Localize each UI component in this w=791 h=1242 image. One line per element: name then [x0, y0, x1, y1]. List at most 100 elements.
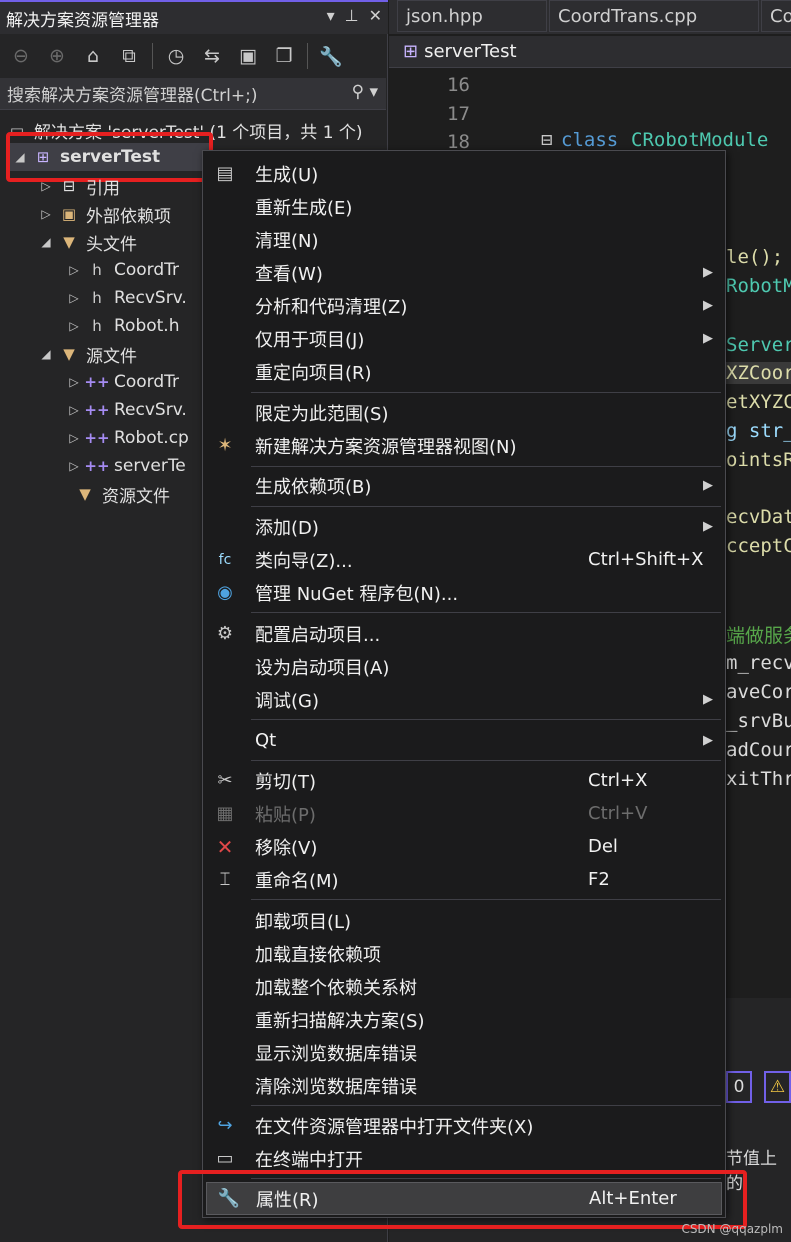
- menu-item-load-dep-tree[interactable]: 加载整个依赖关系树: [203, 970, 725, 1003]
- remove-icon: ✕: [216, 834, 234, 859]
- tree-item-h-robot[interactable]: ▷ h Robot.h: [64, 312, 180, 340]
- collapsed-arrow-icon[interactable]: ▷: [36, 207, 56, 221]
- submenu-arrow-icon: ▶: [703, 265, 713, 280]
- code-class-name: CRobotModule: [631, 129, 769, 151]
- tree-item-external-deps[interactable]: ▷ ▣ 外部依赖项: [36, 200, 171, 228]
- menu-item-analyze[interactable]: 分析和代码清理(Z) ▶: [203, 289, 725, 322]
- tab-json-hpp[interactable]: json.hpp: [397, 0, 547, 32]
- tree-item-label: 引用: [86, 178, 120, 199]
- header-file-icon: h: [92, 317, 102, 335]
- menu-item-label: 生成依赖项(B): [255, 476, 372, 498]
- collapse-all-icon[interactable]: ▣: [235, 45, 261, 67]
- header-file-icon: h: [92, 289, 102, 307]
- collapsed-arrow-icon[interactable]: ▷: [64, 291, 84, 305]
- external-deps-icon: ▣: [61, 205, 77, 223]
- tree-item-references[interactable]: ▷ ⊟ 引用: [36, 172, 120, 200]
- filter-folder-icon: ▼: [79, 485, 91, 503]
- tree-item-h-coordtrans[interactable]: ▷ h CoordTr: [64, 256, 179, 284]
- menu-item-cut[interactable]: ✂ 剪切(T) Ctrl+X: [203, 764, 725, 797]
- editor-tab-strip: json.hpp CoordTrans.cpp Co: [389, 0, 791, 34]
- tree-item-cpp-coordtrans[interactable]: ▷ ++ CoordTr: [64, 368, 179, 396]
- collapsed-arrow-icon[interactable]: ▷: [36, 179, 56, 193]
- menu-item-remove[interactable]: ✕ 移除(V) Del: [203, 830, 725, 863]
- search-input[interactable]: 搜索解决方案资源管理器(Ctrl+;): [7, 81, 257, 106]
- menu-separator: [251, 1105, 721, 1106]
- properties-wrench-icon[interactable]: 🔧: [318, 45, 344, 68]
- menu-item-class-wizard[interactable]: fc 类向导(Z)... Ctrl+Shift+X: [203, 543, 725, 576]
- menu-item-open-folder[interactable]: ↪ 在文件资源管理器中打开文件夹(X): [203, 1109, 725, 1142]
- menu-item-label: 分析和代码清理(Z): [255, 296, 408, 318]
- menu-item-set-startup[interactable]: 设为启动项目(A): [203, 650, 725, 683]
- collapsed-arrow-icon[interactable]: ▷: [64, 459, 84, 473]
- collapsed-arrow-icon[interactable]: ▷: [64, 375, 84, 389]
- expanded-arrow-icon[interactable]: ◢: [36, 347, 56, 361]
- menu-separator: [251, 506, 721, 507]
- filter-folder-icon: ▼: [63, 233, 75, 251]
- menu-item-clear-db-errors[interactable]: 清除浏览数据库错误: [203, 1069, 725, 1102]
- pending-changes-filter-icon[interactable]: ◷: [163, 45, 189, 67]
- menu-item-scope[interactable]: 限定为此范围(S): [203, 396, 725, 429]
- tab-label: json.hpp: [406, 5, 483, 27]
- tree-item-header-files[interactable]: ◢ ▼ 头文件: [36, 228, 137, 256]
- menu-item-build[interactable]: ▤ 生成(U): [203, 157, 725, 190]
- collapsed-arrow-icon[interactable]: ▷: [64, 319, 84, 333]
- line-number: 17: [447, 103, 470, 125]
- menu-item-nuget[interactable]: ◉ 管理 NuGet 程序包(N)...: [203, 576, 725, 609]
- tree-item-cpp-servertest[interactable]: ▷ ++ serverTe: [64, 452, 186, 480]
- menu-item-retarget[interactable]: 重定向项目(R): [203, 355, 725, 388]
- collapse-region-icon[interactable]: ⊟: [541, 129, 552, 151]
- toolbar-divider: [152, 43, 153, 69]
- submenu-arrow-icon: ▶: [703, 298, 713, 313]
- menu-item-clean[interactable]: 清理(N): [203, 223, 725, 256]
- menu-item-load-direct-deps[interactable]: 加载直接依赖项: [203, 937, 725, 970]
- tree-item-h-recvsrv[interactable]: ▷ h RecvSrv.: [64, 284, 186, 312]
- menu-item-project-only[interactable]: 仅用于项目(J) ▶: [203, 322, 725, 355]
- tree-item-source-files[interactable]: ◢ ▼ 源文件: [36, 340, 137, 368]
- menu-item-qt[interactable]: Qt ▶: [203, 724, 725, 757]
- close-icon[interactable]: ✕: [369, 6, 382, 25]
- collapsed-arrow-icon[interactable]: ▷: [64, 263, 84, 277]
- menu-item-configure-startup[interactable]: ⚙ 配置启动项目...: [203, 617, 725, 650]
- switch-views-icon[interactable]: ⧉: [116, 45, 142, 67]
- tree-item-cpp-recvsrv[interactable]: ▷ ++ RecvSrv.: [64, 396, 186, 424]
- menu-item-rescan[interactable]: 重新扫描解决方案(S): [203, 1003, 725, 1036]
- expanded-arrow-icon[interactable]: ◢: [36, 235, 56, 249]
- tree-item-resource-files[interactable]: ▼ 资源文件: [56, 480, 170, 508]
- solution-explorer-search[interactable]: 搜索解决方案资源管理器(Ctrl+;) ⚲ ▾: [0, 78, 386, 110]
- code-fragment: aveCor: [726, 681, 791, 703]
- menu-item-paste[interactable]: ▦ 粘贴(P) Ctrl+V: [203, 797, 725, 830]
- home-icon[interactable]: ⌂: [80, 45, 106, 67]
- menu-item-label: 重命名(M): [255, 870, 339, 892]
- tab-coordtrans-cpp[interactable]: CoordTrans.cpp: [549, 0, 759, 32]
- warning-icon[interactable]: ⚠: [764, 1071, 791, 1103]
- menu-item-label: 移除(V): [255, 837, 318, 859]
- error-count-box[interactable]: 0: [726, 1071, 752, 1103]
- tree-item-cpp-robot[interactable]: ▷ ++ Robot.cp: [64, 424, 188, 452]
- menu-item-new-view[interactable]: ✶ 新建解决方案资源管理器视图(N): [203, 429, 725, 462]
- collapsed-arrow-icon[interactable]: ▷: [64, 403, 84, 417]
- menu-item-rename[interactable]: ⌶ 重命名(M) F2: [203, 863, 725, 896]
- tab-overflow[interactable]: Co: [761, 0, 791, 32]
- menu-item-build-deps[interactable]: 生成依赖项(B) ▶: [203, 469, 725, 502]
- menu-item-label: 重新生成(E): [255, 197, 353, 219]
- tree-item-label: serverTe: [114, 456, 186, 476]
- tree-item-label: 外部依赖项: [86, 206, 171, 227]
- show-all-files-icon[interactable]: ❐: [271, 45, 297, 67]
- chevron-down-icon[interactable]: ▾: [327, 6, 335, 25]
- back-icon[interactable]: ⊖: [8, 45, 34, 67]
- menu-item-add[interactable]: 添加(D) ▶: [203, 510, 725, 543]
- pin-icon[interactable]: ⊥: [345, 6, 359, 25]
- collapsed-arrow-icon[interactable]: ▷: [64, 431, 84, 445]
- tab-label: Co: [770, 5, 791, 27]
- menu-item-debug[interactable]: 调试(G) ▶: [203, 683, 725, 716]
- menu-item-unload[interactable]: 卸载项目(L): [203, 904, 725, 937]
- menu-item-show-db-errors[interactable]: 显示浏览数据库错误: [203, 1036, 725, 1069]
- menu-item-rebuild[interactable]: 重新生成(E): [203, 190, 725, 223]
- sync-active-document-icon[interactable]: ⇆: [199, 45, 225, 67]
- forward-icon[interactable]: ⊕: [44, 45, 70, 67]
- search-icon[interactable]: ⚲ ▾: [352, 82, 378, 102]
- menu-item-view[interactable]: 查看(W) ▶: [203, 256, 725, 289]
- error-count: 0: [733, 1077, 745, 1097]
- tree-item-label: Robot.h: [114, 316, 180, 336]
- menu-item-label: 加载整个依赖关系树: [255, 977, 417, 999]
